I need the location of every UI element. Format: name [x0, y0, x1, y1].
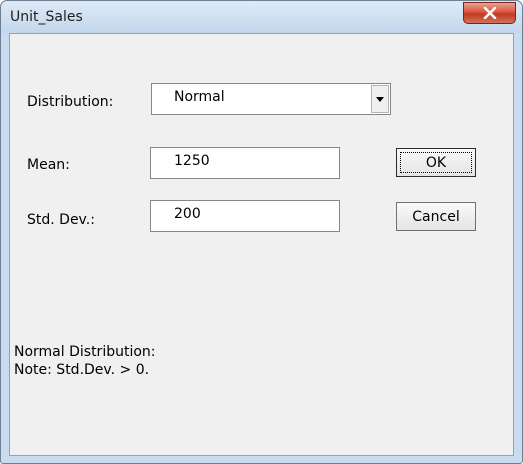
- info-line-2: Note: Std.Dev. > 0.: [14, 362, 150, 378]
- dialog-window: Unit_Sales Distribution: Normal Mean: 12…: [0, 0, 523, 464]
- distribution-label: Distribution:: [27, 94, 114, 110]
- close-icon: [483, 7, 496, 19]
- close-button[interactable]: [463, 2, 516, 24]
- info-line-1: Normal Distribution:: [14, 344, 156, 360]
- ok-button[interactable]: OK: [396, 148, 476, 177]
- stddev-input[interactable]: 200: [150, 200, 340, 232]
- mean-label: Mean:: [27, 157, 70, 173]
- stddev-value: 200: [174, 206, 201, 222]
- focus-rectangle: [400, 152, 472, 173]
- mean-value: 1250: [174, 153, 210, 169]
- dropdown-arrow-button[interactable]: [371, 85, 389, 113]
- cancel-button-label: Cancel: [412, 208, 460, 225]
- dialog-body: Distribution: Normal Mean: 1250 Std. Dev…: [9, 33, 514, 456]
- stddev-label: Std. Dev.:: [27, 212, 95, 228]
- distribution-value: Normal: [174, 89, 225, 105]
- mean-input[interactable]: 1250: [150, 147, 340, 179]
- title-bar[interactable]: Unit_Sales: [1, 1, 522, 33]
- distribution-dropdown[interactable]: Normal: [151, 83, 391, 115]
- cancel-button[interactable]: Cancel: [396, 202, 476, 231]
- window-title: Unit_Sales: [10, 9, 83, 25]
- chevron-down-icon: [376, 96, 384, 102]
